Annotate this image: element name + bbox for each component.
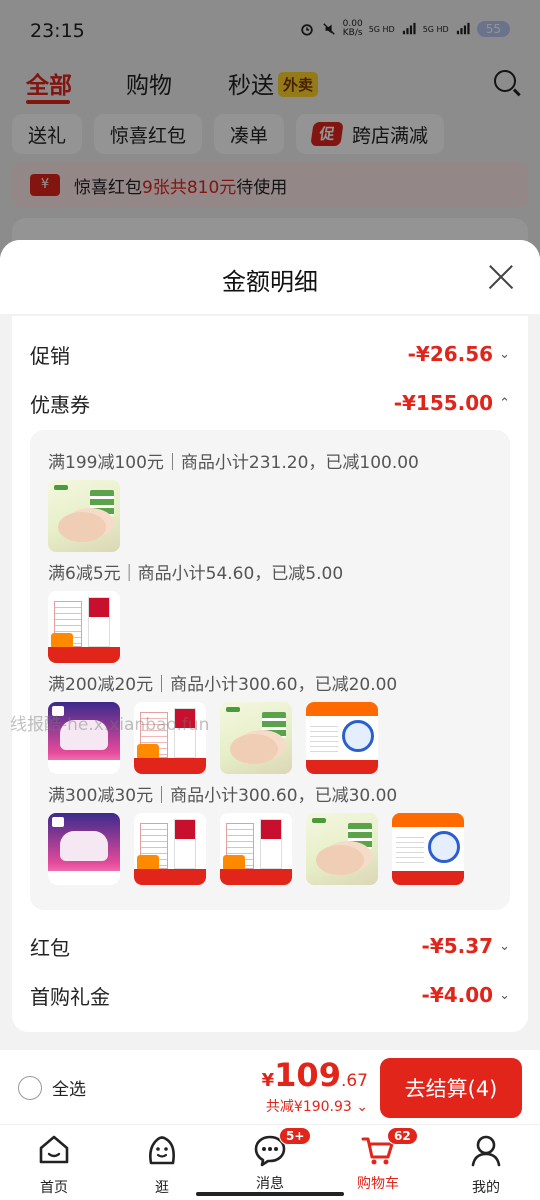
coupon-detail-box: 满199减100元｜商品小计231.20，已减100.00 满6减5元｜商品小计… — [30, 430, 510, 910]
message-icon-wrap: 5+ — [253, 1127, 312, 1167]
row-label: 优惠券 — [30, 392, 90, 417]
row-promotion[interactable]: 促销 -¥26.56 ⌄ — [30, 334, 510, 374]
nav-badge: 62 — [387, 1127, 418, 1145]
checkout-button[interactable]: 去结算(4) — [380, 1058, 522, 1118]
row-coupon[interactable]: 优惠券 -¥155.00 ⌃ — [30, 383, 510, 423]
chevron-down-icon: ⌄ — [499, 346, 510, 362]
row-amount-value: -¥4.00 — [421, 983, 494, 1007]
row-label: 红包 — [30, 935, 70, 960]
total-price: ¥109.67 — [262, 1056, 368, 1094]
product-thumb-promo[interactable] — [306, 702, 378, 774]
coupon-products — [48, 813, 464, 885]
nav-label: 逛 — [155, 1180, 169, 1196]
row-amount: -¥5.37 ⌄ — [422, 934, 510, 958]
row-amount-value: -¥26.56 — [407, 342, 494, 366]
product-thumb-chicken[interactable] — [306, 813, 378, 885]
currency-symbol: ¥ — [261, 1070, 275, 1091]
row-hongbao[interactable]: 红包 -¥5.37 ⌄ — [30, 926, 510, 966]
row-amount: -¥26.56 ⌄ — [408, 342, 510, 366]
nav-explore[interactable]: 逛 — [122, 1133, 202, 1197]
coupon-line: 满199减100元｜商品小计231.20，已减100.00 — [48, 453, 419, 473]
total-integer: 109 — [274, 1056, 341, 1094]
nav-label: 我的 — [472, 1180, 500, 1196]
nav-label: 购物车 — [357, 1176, 399, 1192]
bottom-nav: 首页 逛 5+ 消息 62 购物车 我的 — [0, 1124, 540, 1200]
nav-label: 首页 — [40, 1180, 68, 1196]
home-indicator — [196, 1192, 344, 1196]
row-amount-value: -¥5.37 — [421, 934, 494, 958]
amount-detail-sheet: 金额明细 促销 -¥26.56 ⌄ 优惠券 -¥155.00 ⌃ 满199减100元… — [0, 240, 540, 1050]
close-icon[interactable] — [488, 264, 514, 290]
product-thumb-milk[interactable] — [134, 813, 206, 885]
nav-home[interactable]: 首页 — [14, 1133, 94, 1197]
saved-amount[interactable]: 共减¥190.93 ⌄ — [266, 1096, 368, 1116]
row-label: 促销 — [30, 343, 70, 368]
row-amount: -¥4.00 ⌄ — [422, 983, 510, 1007]
nav-label: 消息 — [256, 1176, 284, 1192]
nav-messages[interactable]: 5+ 消息 — [230, 1127, 312, 1193]
row-amount-value: -¥155.00 — [393, 391, 494, 415]
cart-icon-wrap: 62 — [361, 1127, 418, 1167]
sheet-title: 金额明细 — [222, 268, 318, 296]
saved-amount-text: 共减¥190.93 — [265, 1099, 352, 1115]
select-all-toggle[interactable]: 全选 — [18, 1075, 86, 1100]
coupon-line: 满300减30元｜商品小计300.60，已减30.00 — [48, 786, 398, 806]
product-thumb-chicken[interactable] — [220, 702, 292, 774]
home-icon — [39, 1135, 69, 1164]
nav-profile[interactable]: 我的 — [446, 1133, 526, 1197]
nav-cart[interactable]: 62 购物车 — [338, 1127, 418, 1193]
profile-icon — [471, 1135, 501, 1167]
product-thumb-promo[interactable] — [392, 813, 464, 885]
sheet-body: 促销 -¥26.56 ⌄ 优惠券 -¥155.00 ⌃ 满199减100元｜商品小计… — [12, 316, 528, 1032]
chevron-down-icon: ⌄ — [356, 1099, 368, 1115]
chevron-up-icon: ⌃ — [499, 395, 510, 411]
explore-icon — [149, 1136, 175, 1165]
row-label: 首购礼金 — [30, 984, 110, 1009]
checkout-bar: 全选 ¥109.67 共减¥190.93 ⌄ 去结算(4) — [0, 1050, 540, 1124]
sheet-header: 金额明细 — [0, 240, 540, 314]
chevron-down-icon: ⌄ — [499, 938, 510, 954]
select-all-label: 全选 — [52, 1080, 86, 1100]
coupon-products — [48, 480, 120, 552]
product-thumb-milk[interactable] — [220, 813, 292, 885]
coupon-line: 满200减20元｜商品小计300.60，已减20.00 — [48, 675, 398, 695]
chevron-down-icon: ⌄ — [499, 987, 510, 1003]
product-thumb-diaper[interactable] — [48, 813, 120, 885]
product-thumb-chicken[interactable] — [48, 480, 120, 552]
nav-badge: 5+ — [279, 1127, 312, 1145]
row-first-purchase-gift[interactable]: 首购礼金 -¥4.00 ⌄ — [30, 975, 510, 1015]
total-decimal: .67 — [340, 1071, 368, 1091]
row-amount: -¥155.00 ⌃ — [394, 391, 510, 415]
coupon-products — [48, 591, 120, 663]
select-all-radio[interactable] — [18, 1075, 42, 1100]
watermark: 线报酷-he.x.xianbao.fun — [10, 715, 210, 735]
product-thumb-milk[interactable] — [48, 591, 120, 663]
coupon-line: 满6减5元｜商品小计54.60，已减5.00 — [48, 564, 344, 584]
